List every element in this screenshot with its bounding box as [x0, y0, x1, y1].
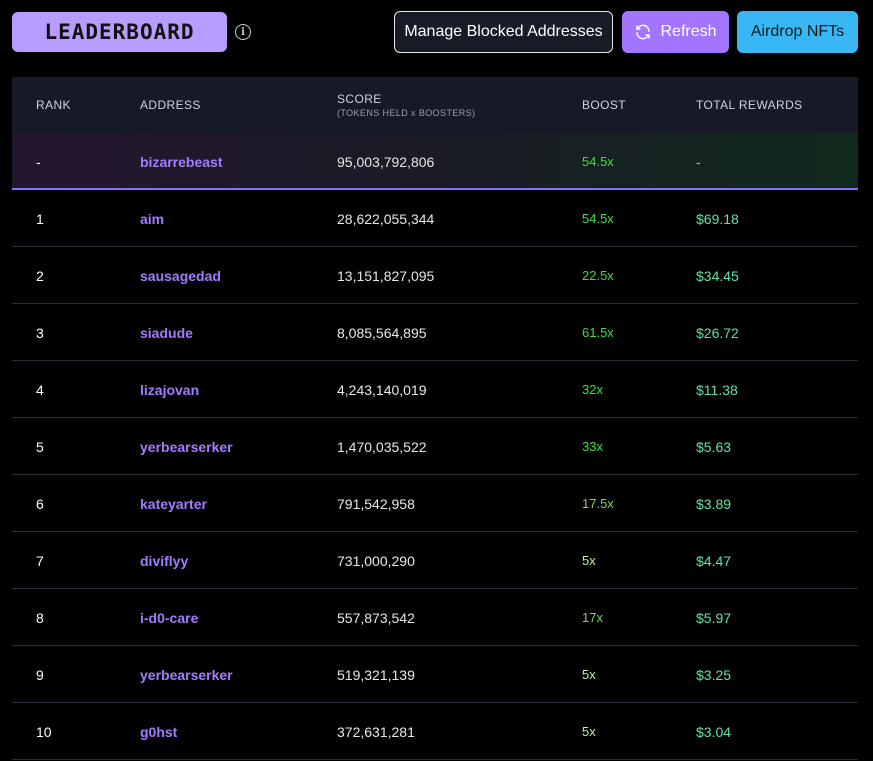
logo-text: LEADERBOARD: [44, 20, 195, 44]
column-header-boost: BOOST: [582, 77, 626, 133]
row-rank: 5: [36, 438, 44, 455]
row-rewards: $5.97: [696, 609, 732, 626]
row-address[interactable]: i-d0-care: [140, 589, 198, 646]
refresh-icon: [636, 24, 651, 40]
row-score: 731,000,290: [337, 552, 415, 569]
row-score: 557,873,542: [337, 609, 415, 626]
table-row: 4 lizajovan 4,243,140,019 32x $11.38: [12, 361, 858, 418]
refresh-button[interactable]: Refresh: [622, 11, 729, 53]
row-rewards: $5.63: [696, 438, 732, 455]
table-row: 6 kateyarter 791,542,958 17.5x $3.89: [12, 475, 858, 532]
leaderboard-logo: LEADERBOARD: [12, 12, 227, 52]
table-row: 10 g0hst 372,631,281 5x $3.04: [12, 703, 858, 760]
rewards-header-label: TOTAL REWARDS: [696, 98, 803, 112]
row-address[interactable]: yerbearserker: [140, 418, 233, 475]
table-row: 9 yerbearserker 519,321,139 5x $3.25: [12, 646, 858, 703]
row-boost: 5x: [582, 553, 596, 568]
row-rewards: $26.72: [696, 324, 739, 341]
row-boost: 32x: [582, 382, 603, 397]
row-score: 519,321,139: [337, 666, 415, 683]
airdrop-button-label: Airdrop NFTs: [750, 23, 845, 40]
row-address[interactable]: sausagedad: [140, 247, 221, 304]
top-bar: LEADERBOARD i Manage Blocked Addresses R…: [0, 0, 873, 64]
highlight-rank: -: [36, 153, 41, 170]
row-rewards: $34.45: [696, 267, 739, 284]
boost-header-label: BOOST: [582, 98, 627, 112]
row-rank: 4: [36, 381, 44, 398]
table-row: 2 sausagedad 13,151,827,095 22.5x $34.45: [12, 247, 858, 304]
row-boost: 22.5x: [582, 268, 614, 283]
row-rewards: $3.89: [696, 495, 732, 512]
table-row: 8 i-d0-care 557,873,542 17x $5.97: [12, 589, 858, 646]
highlight-rewards: -: [696, 153, 701, 170]
row-rank: 8: [36, 609, 44, 626]
row-rank: 3: [36, 324, 44, 341]
airdrop-nfts-button[interactable]: Airdrop NFTs: [737, 11, 858, 53]
row-boost: 33x: [582, 439, 603, 454]
row-rank: 9: [36, 666, 44, 683]
leaderboard-table: RANK ADDRESS SCORE (TOKENS HELD x BOOSTE…: [12, 77, 858, 760]
row-address[interactable]: kateyarter: [140, 475, 207, 532]
row-rank: 6: [36, 495, 44, 512]
table-header: RANK ADDRESS SCORE (TOKENS HELD x BOOSTE…: [12, 77, 858, 133]
highlighted-row: - bizarrebeast 95,003,792,806 54.5x -: [12, 133, 858, 190]
row-score: 1,470,035,522: [337, 438, 427, 455]
row-score: 28,622,055,344: [337, 210, 435, 227]
column-header-address: ADDRESS: [140, 77, 201, 133]
row-address[interactable]: yerbearserker: [140, 646, 233, 703]
highlight-address[interactable]: bizarrebeast: [140, 133, 222, 190]
row-address[interactable]: siadude: [140, 304, 193, 361]
row-address[interactable]: aim: [140, 190, 164, 247]
row-address[interactable]: g0hst: [140, 703, 177, 760]
row-score: 4,243,140,019: [337, 381, 427, 398]
row-boost: 5x: [582, 724, 596, 739]
row-rank: 7: [36, 552, 44, 569]
table-row: 1 aim 28,622,055,344 54.5x $69.18: [12, 190, 858, 247]
highlight-score: 95,003,792,806: [337, 153, 435, 170]
table-row: 7 diviflyy 731,000,290 5x $4.47: [12, 532, 858, 589]
row-rank: 10: [36, 723, 52, 740]
refresh-button-label: Refresh: [660, 23, 717, 40]
score-header-label: SCORE: [337, 92, 382, 106]
score-header-sublabel: (TOKENS HELD x BOOSTERS): [337, 108, 476, 118]
row-rewards: $69.18: [696, 210, 739, 227]
row-boost: 17.5x: [582, 496, 614, 511]
highlight-boost: 54.5x: [582, 154, 614, 169]
row-rank: 2: [36, 267, 44, 284]
row-boost: 61.5x: [582, 325, 614, 340]
row-rewards: $3.04: [696, 723, 732, 740]
row-rewards: $3.25: [696, 666, 732, 683]
column-header-rank: RANK: [36, 77, 71, 133]
row-score: 791,542,958: [337, 495, 415, 512]
row-rewards: $11.38: [696, 381, 738, 398]
row-boost: 54.5x: [582, 211, 614, 226]
manage-blocked-addresses-button[interactable]: Manage Blocked Addresses: [394, 11, 613, 53]
address-header-label: ADDRESS: [140, 98, 201, 112]
row-address[interactable]: lizajovan: [140, 361, 199, 418]
column-header-score: SCORE (TOKENS HELD x BOOSTERS): [337, 77, 475, 133]
table-row: 5 yerbearserker 1,470,035,522 33x $5.63: [12, 418, 858, 475]
rank-header-label: RANK: [36, 98, 71, 112]
row-score: 13,151,827,095: [337, 267, 435, 284]
manage-button-label: Manage Blocked Addresses: [404, 23, 603, 40]
row-rewards: $4.47: [696, 552, 732, 569]
row-rank: 1: [36, 210, 44, 227]
row-boost: 17x: [582, 610, 603, 625]
column-header-rewards: TOTAL REWARDS: [696, 77, 803, 133]
table-row: 3 siadude 8,085,564,895 61.5x $26.72: [12, 304, 858, 361]
row-score: 372,631,281: [337, 723, 415, 740]
row-score: 8,085,564,895: [337, 324, 427, 341]
info-icon[interactable]: i: [235, 24, 251, 40]
table-body: 1 aim 28,622,055,344 54.5x $69.18 2 sausagedad…: [12, 190, 858, 760]
row-address[interactable]: diviflyy: [140, 532, 188, 589]
row-boost: 5x: [582, 667, 596, 682]
